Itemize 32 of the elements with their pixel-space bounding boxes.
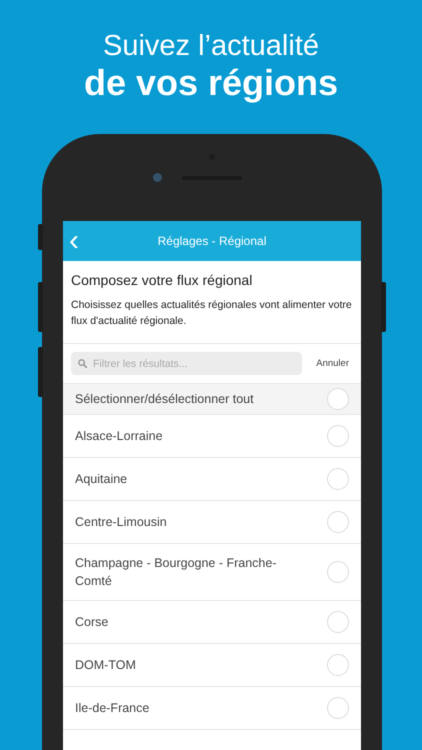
selection-circle[interactable]	[327, 511, 349, 534]
select-all-label: Sélectionner/désélectionner tout	[75, 391, 254, 408]
selection-circle[interactable]	[327, 425, 349, 448]
app-bar-title: Réglages - Régional	[158, 233, 266, 250]
region-row[interactable]: Alsace-Lorraine	[63, 415, 361, 458]
region-label: Corse	[75, 614, 108, 632]
region-row[interactable]: Corse	[63, 601, 361, 644]
section-description: Choisissez quelles actualités régionales vont alimenter votre flux d'actualité régionale.	[71, 298, 353, 330]
search-field[interactable]: Filtrer les résultats...	[71, 352, 302, 376]
region-label: DOM-TOM	[75, 657, 136, 674]
region-label: Alsace-Lorraine	[75, 428, 163, 446]
select-all-row[interactable]: Sélectionner/désélectionner tout	[63, 384, 361, 416]
region-row[interactable]: Centre-Limousin	[63, 501, 361, 544]
region-row[interactable]: Aquitaine	[63, 458, 361, 502]
region-row[interactable]: DOM-TOM	[63, 644, 361, 688]
selection-circle[interactable]	[327, 654, 349, 676]
section-heading: Composez votre flux régional	[71, 272, 254, 290]
region-row[interactable]: Champagne - Bourgogne - Franche-Comté	[63, 544, 361, 602]
selection-circle[interactable]	[327, 697, 349, 720]
region-label: Aquitaine	[75, 471, 128, 488]
region-label: Champagne - Bourgogne - Franche-Comté	[75, 555, 278, 590]
region-row[interactable]: Ile-de-France	[63, 687, 361, 730]
region-label: Centre-Limousin	[75, 514, 167, 532]
selection-circle[interactable]	[327, 388, 349, 410]
cancel-button[interactable]: Annuler	[312, 356, 353, 371]
camera-dot	[153, 173, 162, 182]
selection-circle[interactable]	[327, 611, 349, 634]
selection-circle[interactable]	[327, 468, 349, 490]
headline-text: Suivez l’actualité	[102, 29, 320, 63]
selection-circle[interactable]	[327, 561, 349, 584]
region-label: Ile-de-France	[75, 700, 150, 718]
headline-text: de vos régions	[82, 62, 340, 102]
